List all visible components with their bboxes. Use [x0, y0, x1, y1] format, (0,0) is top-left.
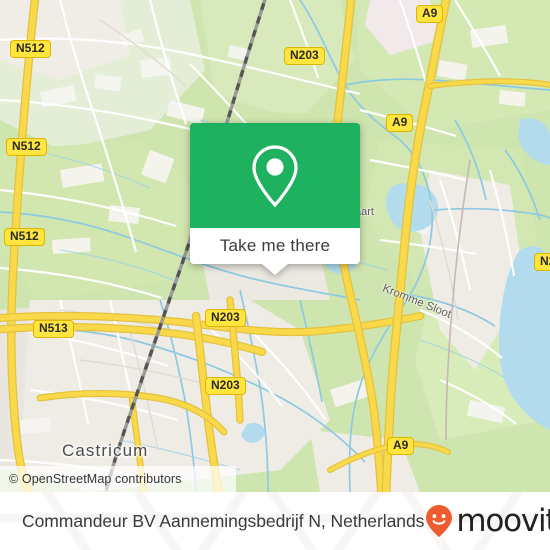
callout-card-footer[interactable]: Take me there: [190, 228, 360, 275]
callout-pointer-tail: [262, 264, 288, 275]
road-shield-n203-south[interactable]: N203: [205, 377, 246, 395]
attribution-text: © OpenStreetMap contributors: [9, 472, 182, 486]
road-shield-n2-edge[interactable]: N2: [534, 253, 550, 271]
place-label-castricum: Castricum: [62, 441, 149, 460]
moovit-brand[interactable]: moovit: [424, 504, 550, 538]
road-shield-n203-mid[interactable]: N203: [205, 309, 246, 327]
map-attribution: © OpenStreetMap contributors: [0, 466, 236, 492]
map-screenshot: © OpenStreetMap contributors N512 N512 N…: [0, 0, 550, 550]
map-canvas[interactable]: © OpenStreetMap contributors N512 N512 N…: [0, 0, 550, 492]
road-shield-a9-north[interactable]: A9: [416, 5, 444, 23]
location-title: Commandeur BV Aannemingsbedrijf N, Nethe…: [22, 510, 425, 531]
take-me-there-label: Take me there: [219, 236, 331, 255]
page-footer: Commandeur BV Aannemingsbedrijf N, Nethe…: [0, 492, 550, 550]
location-callout-card[interactable]: Take me there: [190, 123, 360, 275]
road-shield-a9-mid[interactable]: A9: [386, 114, 414, 132]
road-shield-a9-south[interactable]: A9: [387, 437, 415, 455]
road-shield-n513[interactable]: N513: [33, 320, 74, 338]
location-pin-icon: [252, 144, 298, 207]
moovit-smile-pin-icon: [426, 505, 453, 537]
road-shield-n512-north[interactable]: N512: [10, 40, 51, 58]
road-shield-n512-south[interactable]: N512: [4, 228, 45, 246]
road-shield-n512-mid[interactable]: N512: [6, 138, 47, 156]
road-shield-n203-north[interactable]: N203: [284, 47, 325, 65]
callout-card-header: [190, 123, 360, 228]
moovit-wordmark: moovit: [456, 502, 550, 539]
